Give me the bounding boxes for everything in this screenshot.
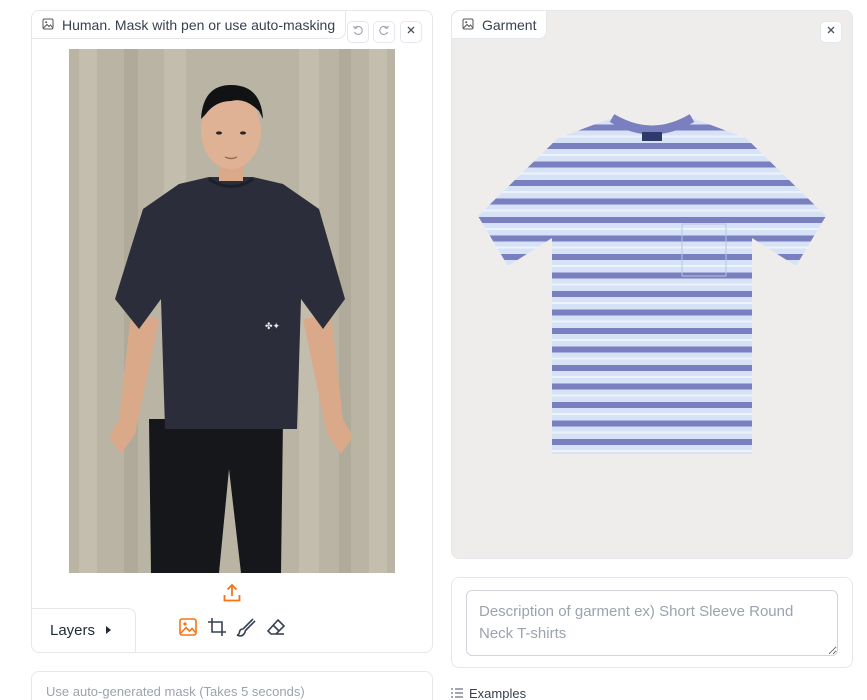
eraser-button[interactable]	[265, 618, 287, 640]
caret-right-icon	[105, 622, 113, 639]
layers-label: Layers	[50, 622, 96, 639]
crop-icon	[207, 617, 227, 642]
brush-button[interactable]	[235, 617, 257, 642]
image-tool-icon	[178, 617, 198, 642]
crop-button[interactable]	[206, 617, 228, 642]
svg-text:✤✦: ✤✦	[265, 322, 281, 332]
garment-image-panel[interactable]: Garment	[451, 10, 853, 559]
examples-header[interactable]: Examples	[451, 686, 526, 700]
garment-description-input[interactable]	[466, 590, 838, 656]
list-icon	[451, 686, 463, 700]
examples-label: Examples	[469, 686, 527, 700]
image-icon	[462, 17, 474, 33]
image-tool-button[interactable]	[177, 617, 199, 642]
eraser-icon	[266, 617, 286, 642]
human-image-editor[interactable]: Human. Mask with pen or use auto-masking	[31, 10, 433, 653]
upload-icon[interactable]	[221, 582, 243, 604]
editor-toolbar: Layers	[32, 608, 432, 652]
clear-button[interactable]	[400, 21, 422, 43]
undo-icon	[352, 23, 364, 41]
close-icon	[825, 23, 837, 41]
garment-description-panel	[451, 577, 853, 668]
garment-label-chip: Garment	[452, 11, 548, 39]
redo-button[interactable]	[373, 21, 395, 43]
human-photo[interactable]: ✤✦	[69, 49, 395, 573]
redo-icon	[378, 23, 390, 41]
brush-icon	[236, 617, 256, 642]
human-label-chip: Human. Mask with pen or use auto-masking	[32, 11, 347, 39]
layers-button[interactable]: Layers	[32, 608, 136, 652]
human-label-text: Human. Mask with pen or use auto-masking	[62, 16, 336, 33]
garment-clear-button[interactable]	[820, 21, 842, 43]
auto-mask-panel[interactable]: Use auto-generated mask (Takes 5 seconds…	[31, 671, 433, 700]
undo-button[interactable]	[347, 21, 369, 43]
auto-mask-label[interactable]: Use auto-generated mask (Takes 5 seconds…	[46, 684, 305, 699]
image-icon	[42, 17, 54, 33]
garment-photo	[476, 106, 828, 456]
garment-label-text: Garment	[482, 16, 537, 33]
close-icon	[405, 23, 417, 41]
